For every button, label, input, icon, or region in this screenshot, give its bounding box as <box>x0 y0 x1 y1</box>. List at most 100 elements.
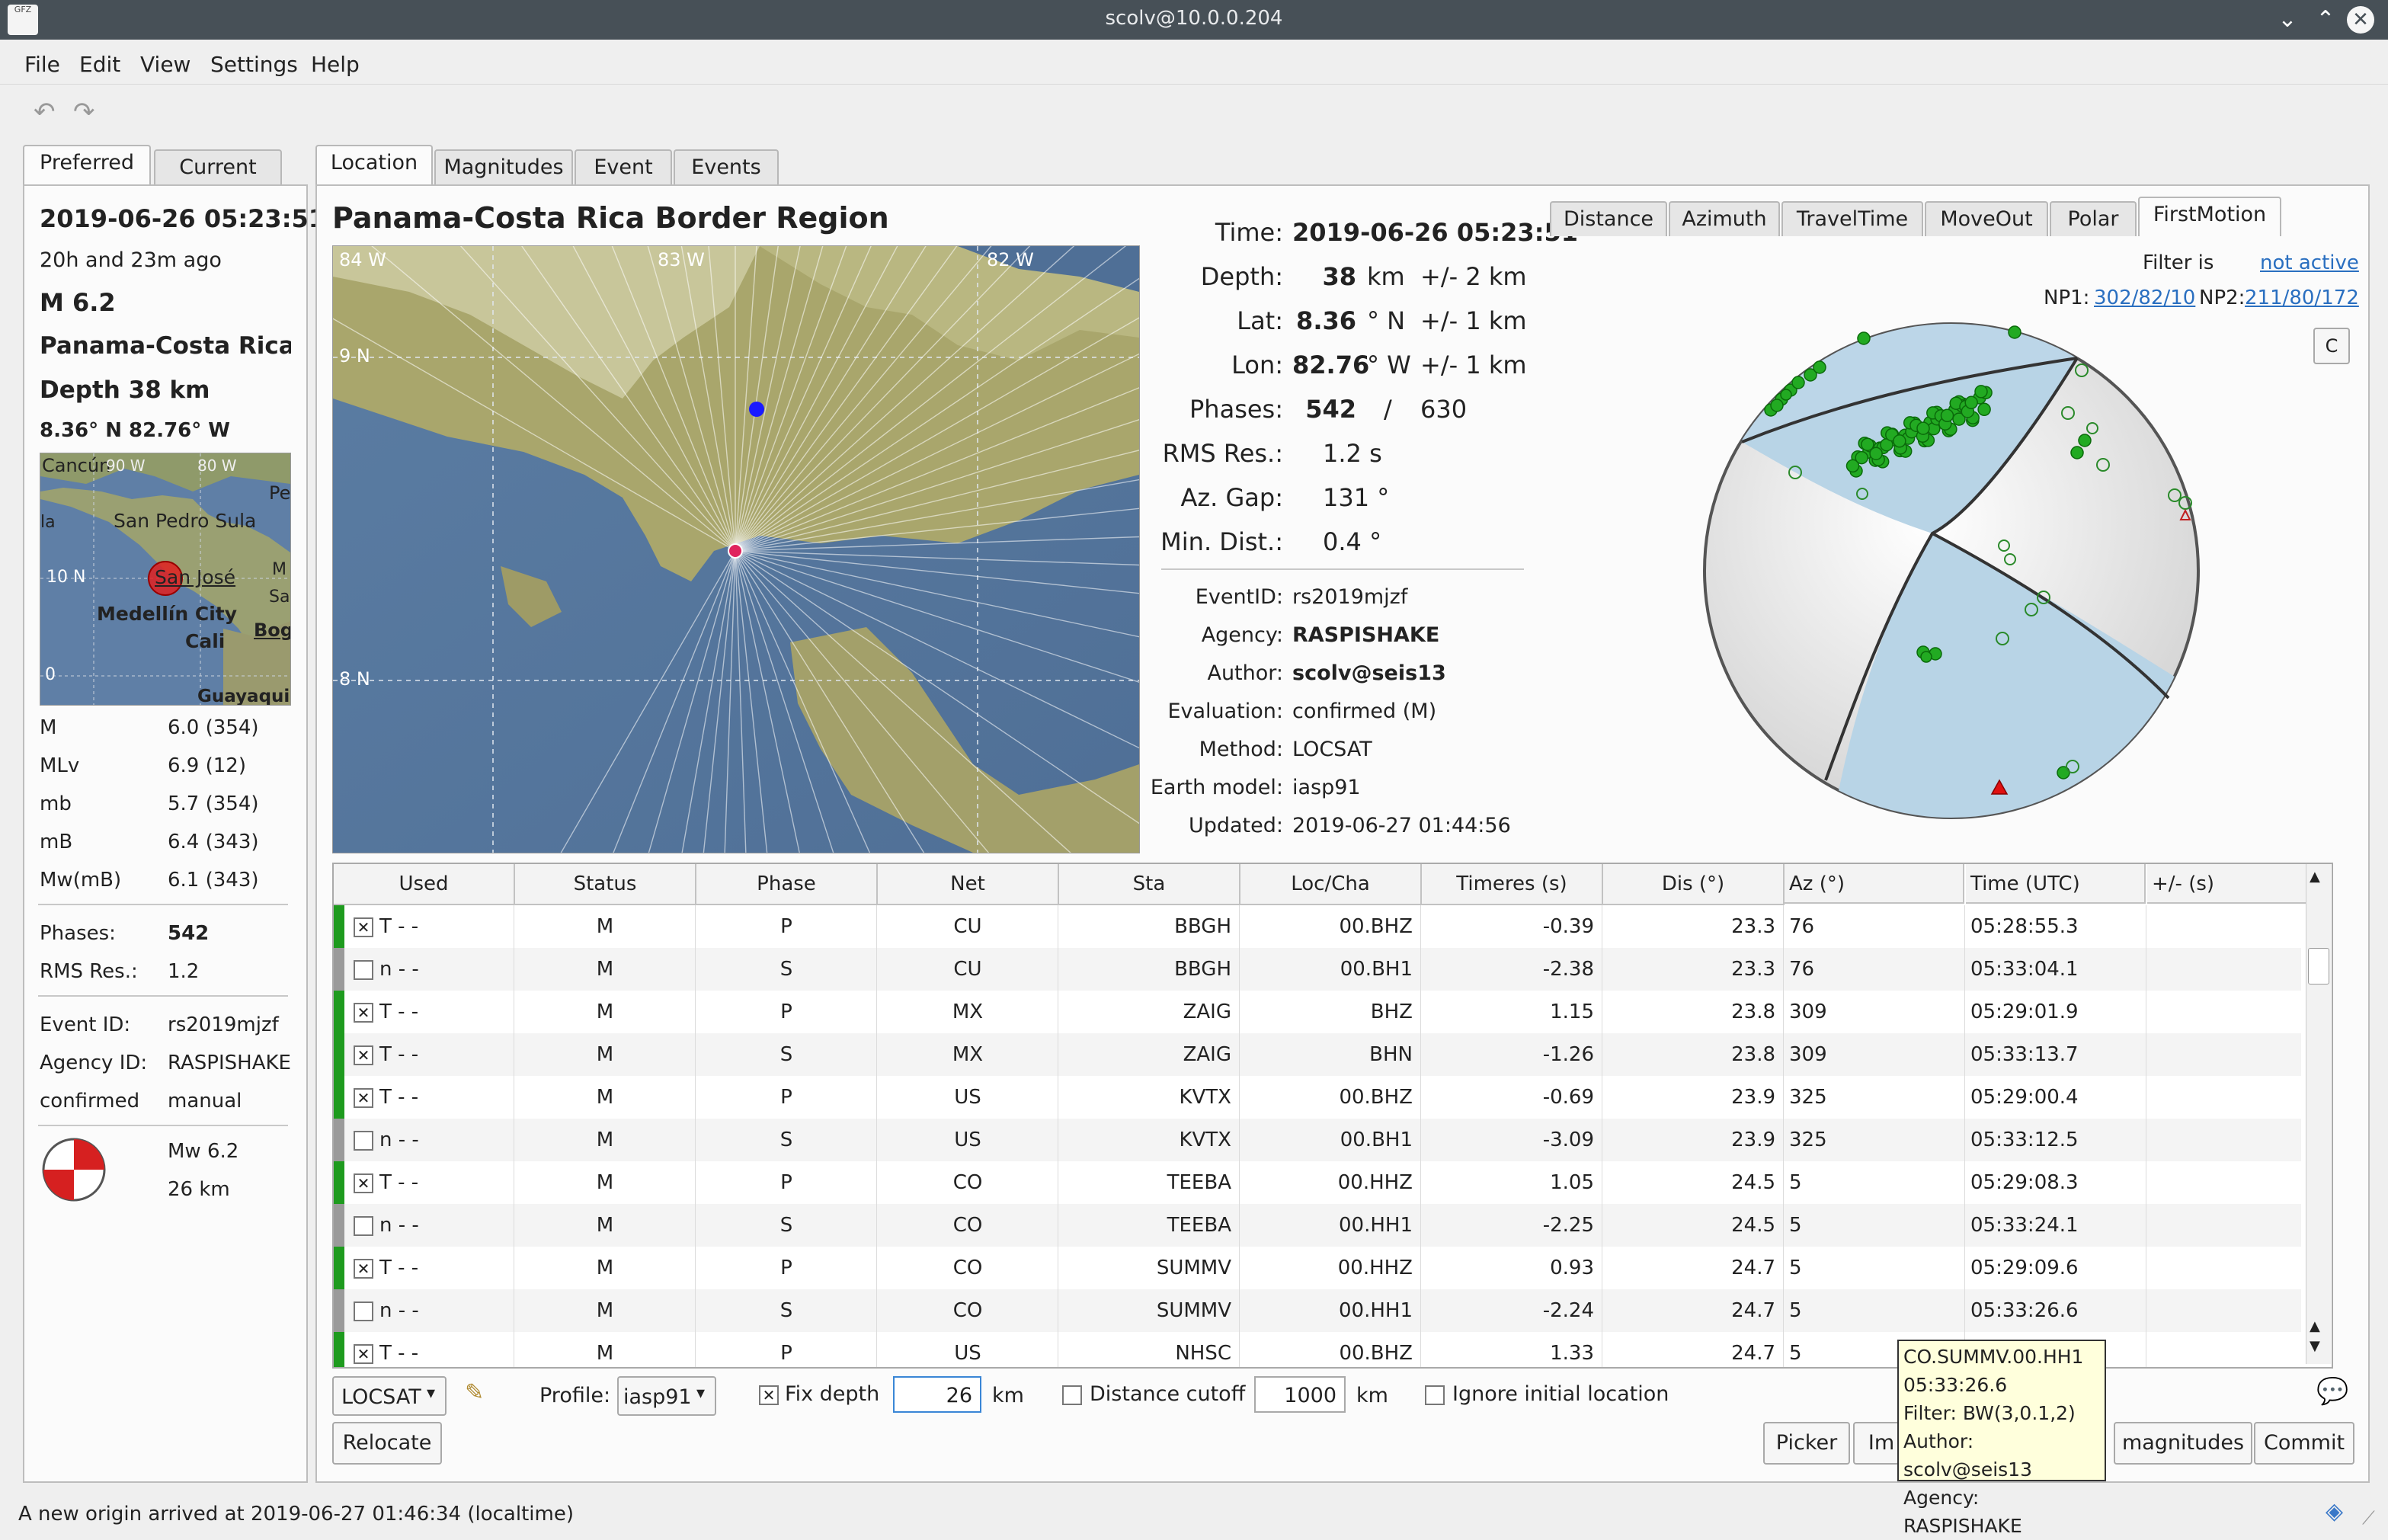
used-checkbox[interactable] <box>354 960 373 980</box>
depth-error: +/- 2 km <box>1420 262 1527 291</box>
tab-events[interactable]: Events <box>674 149 779 184</box>
table-row[interactable]: ✕ T - - M P CU BBGH 00.BHZ -0.39 23.3 76 05:28:55.… <box>334 905 2301 948</box>
grid-line <box>695 1119 696 1161</box>
column-header-net[interactable]: Net <box>878 864 1059 905</box>
station-marker <box>1855 450 1868 465</box>
event-id-label: Event ID: <box>40 1013 131 1036</box>
tab-traveltime[interactable]: TravelTime <box>1781 201 1923 236</box>
cell-az: 309 <box>1789 1043 1827 1066</box>
cell-status: M <box>596 915 614 938</box>
tab-location[interactable]: Location <box>315 145 433 184</box>
mag-type: mb <box>40 792 72 815</box>
scroll-bottom-icon[interactable]: ▼ <box>2310 1338 2320 1354</box>
table-row[interactable]: n - - M S US KVTX 00.BH1 -3.09 23.9 325 05:33:12.… <box>334 1119 2301 1161</box>
maximize-icon[interactable]: ⌃ <box>2309 3 2342 37</box>
overview-map[interactable]: Cancún 90 W 80 W la San Pedro Sula Pe 10… <box>40 453 291 706</box>
tab-azimuth[interactable]: Azimuth <box>1669 201 1780 236</box>
grid-line <box>695 1247 696 1289</box>
cell-res: -3.09 <box>1542 1129 1594 1151</box>
ignore-initial-checkbox[interactable] <box>1425 1385 1445 1405</box>
used-checkbox[interactable]: ✕ <box>354 1259 373 1279</box>
corner-option-button[interactable]: C <box>2313 328 2350 364</box>
fix-depth-input[interactable]: 26 <box>893 1376 981 1413</box>
distance-cutoff-checkbox[interactable] <box>1062 1385 1082 1405</box>
used-checkbox[interactable] <box>354 1301 373 1321</box>
column-header-sta[interactable]: Sta <box>1059 864 1240 905</box>
column-header-time[interactable]: Time (UTC) <box>1966 864 2146 904</box>
menu-help[interactable]: Help <box>311 52 360 77</box>
location-map[interactable]: 84 W 83 W 82 W 9 N 8 N <box>332 245 1140 853</box>
table-row[interactable]: ✕ T - - M P MX ZAIG BHZ 1.15 23.8 309 05:29:01.9 <box>334 991 2301 1033</box>
commit-button[interactable]: Commit <box>2254 1422 2354 1465</box>
column-header-phase[interactable]: Phase <box>696 864 878 905</box>
used-checkbox[interactable]: ✕ <box>354 1003 373 1023</box>
distance-cutoff-input[interactable]: 1000 <box>1254 1376 1346 1413</box>
column-header-loc-cha[interactable]: Loc/Cha <box>1240 864 1422 905</box>
column-header-uncertainty[interactable]: +/- (s) <box>2147 864 2327 904</box>
grid-line <box>695 1204 696 1247</box>
first-motion-plot[interactable] <box>1696 315 2207 826</box>
table-row[interactable]: ✕ T - - M P CO TEEBA 00.HHZ 1.05 24.5 5 05:29:08.3 <box>334 1161 2301 1204</box>
cell-dis: 24.7 <box>1731 1342 1775 1365</box>
tab-event[interactable]: Event <box>575 149 672 184</box>
tab-magnitudes[interactable]: Magnitudes <box>434 149 573 184</box>
tab-firstmotion[interactable]: FirstMotion <box>2138 197 2281 236</box>
tab-preferred[interactable]: Preferred <box>23 145 151 184</box>
table-scrollbar[interactable]: ▲ ▲ ▼ <box>2306 864 2331 1364</box>
table-row[interactable]: n - - M S CO TEEBA 00.HH1 -2.25 24.5 5 05:33:24.1 <box>334 1204 2301 1247</box>
used-checkbox[interactable]: ✕ <box>354 1344 373 1364</box>
used-checkbox[interactable] <box>354 1216 373 1236</box>
used-checkbox[interactable]: ✕ <box>354 917 373 937</box>
undo-icon[interactable]: ↶ <box>34 97 56 127</box>
column-header-azimuth[interactable]: Az (°) <box>1785 864 1964 904</box>
table-row[interactable]: n - - M S CU BBGH 00.BH1 -2.38 23.3 76 05:33:04.1 <box>334 948 2301 991</box>
used-checkbox[interactable] <box>354 1131 373 1151</box>
used-checkbox[interactable]: ✕ <box>354 1173 373 1193</box>
cell-dis: 24.5 <box>1731 1214 1775 1237</box>
picker-button[interactable]: Picker <box>1763 1422 1850 1465</box>
mag-value: 6.0 (354) <box>168 716 259 739</box>
table-row[interactable]: ✕ T - - M P CO SUMMV 00.HHZ 0.93 24.7 5 05:29:09.6 <box>334 1247 2301 1289</box>
fix-depth-checkbox[interactable]: ✕ <box>759 1385 779 1405</box>
tab-moveout[interactable]: MoveOut <box>1925 201 2048 236</box>
grid-line <box>695 905 696 948</box>
column-header-timeres[interactable]: Timeres (s) <box>1422 864 1603 905</box>
chevron-down-icon[interactable]: ▾ <box>427 1384 435 1403</box>
redo-icon[interactable]: ↷ <box>73 97 95 127</box>
cell-loc: 00.BHZ <box>1339 1086 1413 1109</box>
np2-link[interactable]: 211/80/172 <box>2245 287 2359 309</box>
np1-link[interactable]: 302/82/10 <box>2094 287 2195 309</box>
column-header-status[interactable]: Status <box>515 864 696 905</box>
tab-distance[interactable]: Distance <box>1550 201 1667 236</box>
table-row[interactable]: n - - M S CO SUMMV 00.HH1 -2.24 24.7 5 05:33:26.6 <box>334 1289 2301 1332</box>
menu-edit[interactable]: Edit <box>79 52 120 77</box>
menu-view[interactable]: View <box>140 52 190 77</box>
scroll-up-icon[interactable]: ▲ <box>2310 869 2320 885</box>
used-checkbox[interactable]: ✕ <box>354 1088 373 1108</box>
used-checkbox[interactable]: ✕ <box>354 1045 373 1065</box>
menu-file[interactable]: File <box>24 52 60 77</box>
close-icon[interactable]: ✕ <box>2347 6 2374 34</box>
grid-line <box>1964 1033 1965 1076</box>
scroll-thumb[interactable] <box>2308 948 2329 985</box>
summary-depth: Depth 38 km <box>40 376 210 404</box>
station-marker <box>1940 408 1954 423</box>
filter-state-link[interactable]: not active <box>2260 251 2359 274</box>
minimize-icon[interactable]: ⌄ <box>2271 3 2304 37</box>
table-row[interactable]: ✕ T - - M S MX ZAIG BHN -1.26 23.8 309 05:33:13.7 <box>334 1033 2301 1076</box>
column-header-distance[interactable]: Dis (°) <box>1603 864 1785 905</box>
mini-label-0: 0 <box>45 665 56 684</box>
menu-settings[interactable]: Settings <box>210 52 298 77</box>
tab-current[interactable]: Current <box>154 149 282 184</box>
compute-magnitudes-button[interactable]: magnitudes <box>2114 1422 2252 1465</box>
column-header-used[interactable]: Used <box>334 864 515 905</box>
tab-polar[interactable]: Polar <box>2050 201 2137 236</box>
mag-value: 6.1 (343) <box>168 869 259 892</box>
wrench-icon[interactable]: ✎ <box>465 1379 484 1406</box>
chat-bubble-icon[interactable]: 💬 <box>2316 1376 2348 1407</box>
resize-grip-icon[interactable]: ⟋ <box>2362 1507 2375 1529</box>
chevron-down-icon[interactable]: ▾ <box>696 1384 705 1403</box>
relocate-button[interactable]: Relocate <box>332 1422 442 1465</box>
table-row[interactable]: ✕ T - - M P US KVTX 00.BHZ -0.69 23.9 325 05:29:00… <box>334 1076 2301 1119</box>
scroll-down-icon[interactable]: ▲ <box>2310 1318 2320 1334</box>
